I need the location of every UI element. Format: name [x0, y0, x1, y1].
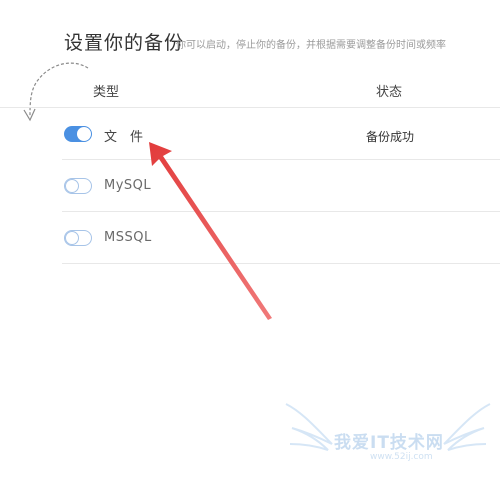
backup-row-mssql: MSSQL: [62, 212, 500, 264]
toggle-knob: [65, 179, 79, 193]
column-header-status: 状态: [376, 85, 403, 100]
backup-row-file: 文 件 备份成功: [62, 108, 500, 160]
mysql-backup-toggle[interactable]: [64, 178, 92, 194]
toggle-knob: [77, 127, 91, 141]
backup-type-label: MySQL: [104, 178, 152, 193]
mssql-backup-toggle[interactable]: [64, 230, 92, 246]
watermark-text: 我爱IT技术网: [334, 433, 444, 453]
backup-settings-page: 设置你的备份 你可以启动，停止你的备份，并根据需要调整备份时间或频率 类型 状态…: [0, 0, 500, 479]
file-backup-toggle[interactable]: [64, 126, 92, 142]
toggle-knob: [65, 231, 79, 245]
column-header-type: 类型: [93, 85, 120, 100]
watermark-url: www.52ij.com: [370, 452, 433, 462]
backup-status: 备份成功: [366, 130, 415, 144]
watermark: 我爱IT技术网 www.52ij.com: [282, 398, 494, 472]
row-divider: [62, 263, 500, 264]
backup-row-mysql: MySQL: [62, 160, 500, 212]
backup-type-label: 文 件: [104, 130, 144, 145]
page-subtitle: 你可以启动，停止你的备份，并根据需要调整备份时间或频率: [176, 40, 446, 51]
backup-type-label: MSSQL: [104, 230, 152, 245]
